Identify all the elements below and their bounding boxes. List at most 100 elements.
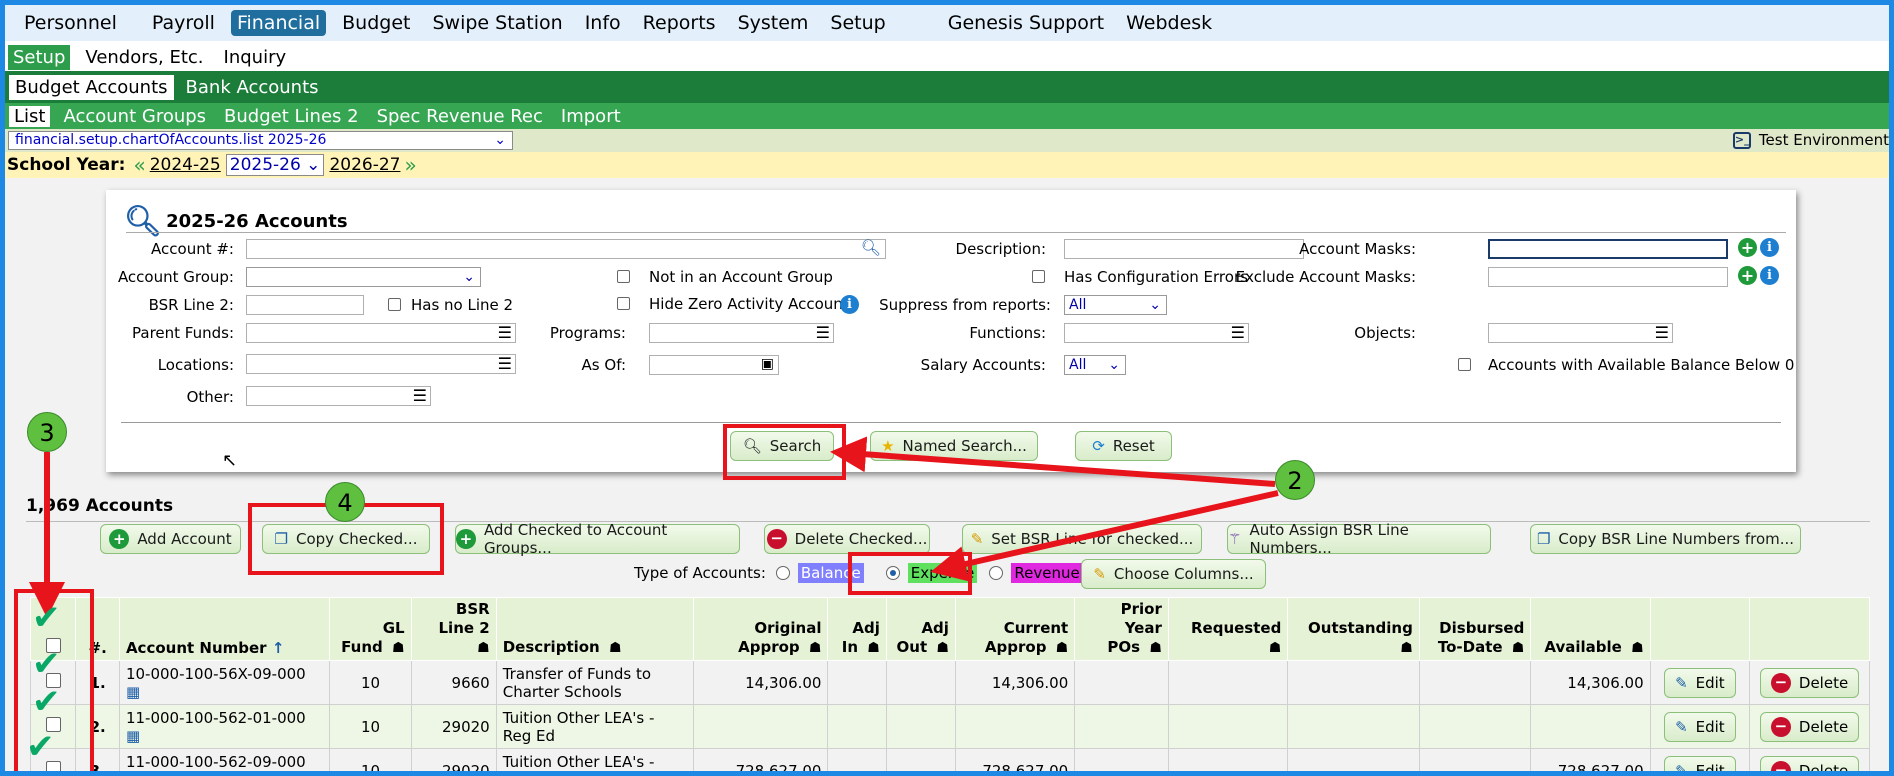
programs-input[interactable]: ☰ [649, 323, 834, 343]
edit-button[interactable]: ✎ Edit [1664, 711, 1736, 742]
search-icon[interactable]: 🔍︎ [861, 238, 881, 257]
tab-spec-revenue-rec[interactable]: Spec Revenue Rec [372, 106, 548, 127]
tab-budget-accounts[interactable]: Budget Accounts [9, 74, 174, 100]
list-menu-icon[interactable]: ☰ [1231, 324, 1245, 342]
plus-icon[interactable]: + [1738, 238, 1757, 257]
suppress-select[interactable]: All ⌄ [1064, 295, 1167, 315]
config-errors-checkbox[interactable] [1032, 270, 1045, 283]
has-no-line2-checkbox[interactable] [388, 298, 401, 311]
col-prior-year-pos[interactable]: Prior Year POs ☗ [1074, 597, 1169, 661]
delete-button[interactable]: − Delete [1759, 667, 1860, 698]
balance-radio[interactable] [775, 566, 790, 580]
col-available[interactable]: Available ☗ [1530, 597, 1651, 661]
add-account-button[interactable]: + Add Account [100, 524, 241, 554]
not-in-group-checkbox[interactable] [617, 270, 630, 283]
tab-list[interactable]: List [9, 105, 51, 127]
column-menu-icon[interactable]: ☗ [1512, 639, 1525, 658]
account-number-cell[interactable]: 11-000-100-562-09-000 ▦ [118, 748, 331, 776]
nav-setup[interactable]: Setup [824, 10, 891, 36]
column-menu-icon[interactable]: ☗ [1149, 639, 1162, 658]
calendar-icon[interactable]: ▦ [126, 683, 140, 701]
info-icon[interactable]: i [1760, 266, 1779, 285]
exclude-masks-input[interactable] [1488, 267, 1728, 287]
path-select[interactable]: financial.setup.chartOfAccounts.list 202… [8, 131, 513, 150]
tab-inquiry[interactable]: Inquiry [219, 45, 292, 70]
col-disbursed[interactable]: Disbursed To-Date ☗ [1418, 597, 1532, 661]
col-original-approp[interactable]: Original Approp ☗ [692, 597, 829, 661]
auto-assign-bsr-button[interactable]: ⚚ Auto Assign BSR Line Numbers... [1227, 521, 1491, 557]
account-masks-input[interactable] [1488, 239, 1728, 259]
nav-webdesk[interactable]: Webdesk [1120, 10, 1218, 36]
column-menu-icon[interactable]: ☗ [477, 639, 490, 658]
column-menu-icon[interactable]: ☗ [936, 639, 949, 658]
delete-checked-button[interactable]: − Delete Checked... [764, 524, 930, 554]
account-group-select[interactable]: ⌄ [246, 267, 481, 287]
column-menu-icon[interactable]: ☗ [609, 639, 622, 658]
column-menu-icon[interactable]: ☗ [1056, 639, 1069, 658]
column-menu-icon[interactable]: ☗ [809, 639, 822, 658]
tab-bank-accounts[interactable]: Bank Accounts [180, 75, 325, 100]
objects-input[interactable]: ☰ [1488, 323, 1673, 343]
test-environment[interactable]: >_ Test Environment [1732, 131, 1889, 149]
list-menu-icon[interactable]: ☰ [498, 355, 512, 373]
col-bsr[interactable]: BSR Line 2 ☗ [410, 597, 497, 661]
edit-button[interactable]: ✎ Edit [1664, 667, 1736, 698]
col-gl-fund[interactable]: GL Fund ☗ [329, 597, 412, 661]
list-menu-icon[interactable]: ☰ [1655, 324, 1669, 342]
nav-info[interactable]: Info [579, 10, 627, 36]
revenue-radio[interactable] [989, 566, 1004, 580]
column-menu-icon[interactable]: ☗ [392, 639, 405, 658]
nav-genesis-support[interactable]: Genesis Support [942, 10, 1110, 36]
calendar-icon[interactable]: ▣ [761, 356, 774, 372]
salary-select[interactable]: All ⌄ [1064, 355, 1126, 375]
nav-financial[interactable]: Financial [230, 10, 327, 36]
list-menu-icon[interactable]: ☰ [498, 324, 512, 342]
set-bsr-button[interactable]: ✎ Set BSR Line for checked... [962, 524, 1202, 554]
available-below-zero-checkbox[interactable] [1458, 358, 1471, 371]
choose-columns-button[interactable]: ✎ Choose Columns... [1081, 559, 1266, 589]
year-next-link[interactable]: 2026-27 [329, 155, 400, 175]
column-menu-icon[interactable]: ☗ [1269, 639, 1282, 658]
account-number-input[interactable]: 🔍︎ [246, 238, 886, 259]
account-number-cell[interactable]: 11-000-100-562-01-000 ▦ [118, 704, 331, 749]
tab-budget-lines-2[interactable]: Budget Lines 2 [219, 106, 364, 127]
nav-personnel[interactable]: Personnel [18, 10, 123, 36]
col-adj-in[interactable]: Adj In ☗ [827, 597, 887, 661]
col-requested[interactable]: Requested ☗ [1167, 597, 1289, 661]
edit-button[interactable]: ✎ Edit [1664, 755, 1736, 776]
year-select[interactable]: 2025-26 ⌄ [225, 154, 325, 176]
account-number-cell[interactable]: 10-000-100-56X-09-000 ▦ [118, 660, 331, 705]
column-menu-icon[interactable]: ☗ [1631, 639, 1644, 658]
bsr-line-input[interactable] [246, 295, 364, 315]
add-to-groups-button[interactable]: + Add Checked to Account Groups... [455, 521, 740, 557]
nav-payroll[interactable]: Payroll [146, 10, 221, 36]
tab-setup[interactable]: Setup [8, 44, 71, 70]
delete-button[interactable]: − Delete [1759, 711, 1860, 742]
column-menu-icon[interactable]: ☗ [867, 639, 880, 658]
col-adj-out[interactable]: Adj Out ☗ [885, 597, 956, 661]
calendar-icon[interactable]: ▦ [126, 727, 140, 745]
plus-icon[interactable]: + [1738, 266, 1757, 285]
delete-button[interactable]: − Delete [1759, 755, 1860, 776]
info-icon[interactable]: i [840, 295, 859, 314]
year-prev-link[interactable]: 2024-25 [150, 155, 221, 175]
tab-import[interactable]: Import [556, 106, 626, 127]
col-account-number[interactable]: Account Number ↑ [118, 597, 331, 661]
tab-account-groups[interactable]: Account Groups [58, 106, 211, 127]
as-of-date-input[interactable]: ▣ [649, 355, 779, 375]
functions-input[interactable]: ☰ [1064, 323, 1249, 343]
other-input[interactable]: ☰ [246, 386, 431, 406]
nav-system[interactable]: System [732, 10, 815, 36]
calendar-icon[interactable]: ▦ [126, 771, 140, 776]
list-menu-icon[interactable]: ☰ [816, 324, 830, 342]
parent-funds-input[interactable]: ☰ [246, 323, 516, 343]
copy-bsr-button[interactable]: ❐ Copy BSR Line Numbers from... [1530, 524, 1801, 554]
nav-swipe-station[interactable]: Swipe Station [426, 10, 568, 36]
column-menu-icon[interactable]: ☗ [1400, 639, 1413, 658]
list-menu-icon[interactable]: ☰ [413, 387, 427, 405]
col-current-approp[interactable]: Current Approp ☗ [954, 597, 1076, 661]
nav-budget[interactable]: Budget [336, 10, 416, 36]
double-chevron-left-icon[interactable]: « [133, 153, 145, 177]
double-chevron-right-icon[interactable]: » [404, 153, 416, 177]
col-description[interactable]: Description ☗ [495, 597, 694, 661]
